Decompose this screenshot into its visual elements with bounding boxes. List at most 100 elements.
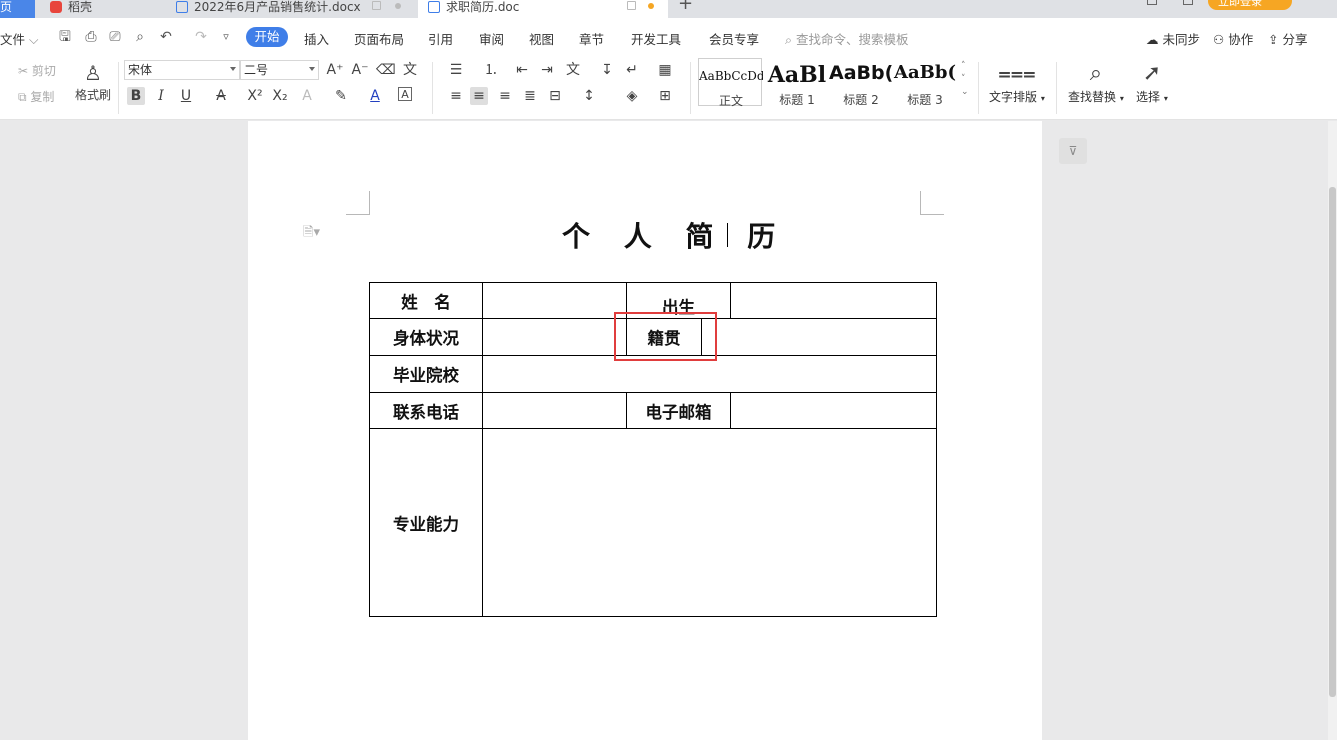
find-replace-button[interactable]: ⌕ 查找替换 ▾ [1068,60,1124,105]
print-preview-icon[interactable]: ⌕ [132,29,148,45]
redo-icon[interactable]: ↷ [193,29,209,45]
align-left-icon[interactable]: ≡ [447,87,465,105]
document-page[interactable]: 🗎▾ 个 人 简 历 姓 名 出生 身体状况 籍贯 毕业院校 联系电话 电子邮箱… [248,121,1042,740]
menu-chapter[interactable]: 章节 [579,29,604,48]
menu-devtools[interactable]: 开发工具 [631,29,681,48]
clear-format-icon[interactable]: ⌫ [376,61,396,79]
quick-access-more-icon[interactable]: ▿ [218,29,234,45]
text-effect-icon[interactable]: A [298,87,316,105]
command-search[interactable]: ⌕ 查找命令、搜索模板 [785,29,909,48]
style-heading-2[interactable]: AaBb( 标题 2 [829,58,893,107]
new-tab-plus-icon[interactable]: + [678,0,693,14]
subscript-icon[interactable]: X₂ [271,87,289,105]
paragraph-mark-icon[interactable]: ↵ [623,61,641,79]
font-color-icon[interactable]: A [366,87,384,105]
table-border-icon[interactable]: ▦ [656,61,674,79]
sort-icon[interactable]: ↧ [598,61,616,79]
decrease-font-icon[interactable]: A⁻ [351,61,369,79]
style-heading-1[interactable]: AaBl 标题 1 [765,58,829,107]
undo-icon[interactable]: ↶ [158,29,174,45]
style-heading-3[interactable]: AaBb( 标题 3 [893,58,957,107]
share-button[interactable]: ⇪ 分享 [1268,29,1307,48]
ribbon-toolbar: ✂ 剪切 ⧉ 复制 ♙ 格式刷 宋体 二号 A⁺ A⁻ ⌫ 文 B I U A … [0,56,1337,120]
increase-font-icon[interactable]: A⁺ [326,61,344,79]
distribute-icon[interactable]: ⊟ [546,87,564,105]
style-label: 标题 1 [779,93,815,107]
cell-name-value[interactable] [483,283,627,319]
font-name-select[interactable]: 宋体 [124,60,240,80]
cell-school-label[interactable]: 毕业院校 [370,356,483,393]
pin-icon[interactable] [627,1,636,10]
select-label: 选择 [1136,90,1161,104]
menu-layout[interactable]: 页面布局 [354,29,404,48]
align-right-icon[interactable]: ≡ [496,87,514,105]
sync-status[interactable]: ☁ 未同步 [1146,29,1200,48]
cell-native-value[interactable] [702,319,936,356]
menu-view[interactable]: 视图 [529,29,554,48]
save-icon[interactable]: 🖫 [57,29,73,45]
tab-home[interactable]: 页 [0,0,35,18]
char-border-icon[interactable]: A [398,87,412,101]
tab-daoke[interactable]: 稻壳 [40,0,162,18]
scrollbar-thumb[interactable] [1329,187,1336,697]
cell-health-value[interactable] [483,319,627,356]
chinese-layout-icon[interactable]: 文 [564,61,582,79]
menu-references[interactable]: 引用 [428,29,453,48]
cell-skills-label[interactable]: 专业能力 [370,429,483,616]
underline-icon[interactable]: U [177,87,195,105]
unsaved-dot-icon[interactable] [648,3,654,9]
decrease-indent-icon[interactable]: ⇤ [513,61,531,79]
document-title[interactable]: 个 人 简 历 [562,215,787,255]
font-size-select[interactable]: 二号 [240,60,319,80]
copy-button[interactable]: ⧉ 复制 [18,88,54,105]
justify-icon[interactable]: ≣ [521,87,539,105]
window-icon[interactable] [1147,0,1157,5]
pin-icon[interactable] [372,1,381,10]
share-label: 分享 [1282,32,1308,47]
close-dot-icon[interactable] [395,3,401,9]
strikethrough-icon[interactable]: A [212,87,230,105]
login-button[interactable]: 立即登录 [1208,0,1292,10]
tab-sales-doc[interactable]: 2022年6月产品销售统计.docx [166,0,413,18]
print-icon[interactable]: ⎚ [107,29,123,45]
shading-icon[interactable]: ◈ [623,87,641,105]
bold-icon[interactable]: B [127,87,145,105]
style-normal[interactable]: AaBbCcDd 正文 [698,58,763,108]
cell-email-label[interactable]: 电子邮箱 [627,393,731,429]
cell-email-value[interactable] [731,393,936,429]
numbered-list-icon[interactable]: ⒈ [482,61,500,79]
paragraph-handle-icon[interactable]: 🗎▾ [303,223,320,245]
borders-icon[interactable]: ⊞ [656,87,674,105]
cell-health-label[interactable]: 身体状况 [370,319,483,356]
cut-button[interactable]: ✂ 剪切 [18,62,56,79]
phonetic-icon[interactable]: 文 [401,61,419,79]
menu-start[interactable]: 开始 [246,27,288,47]
select-button[interactable]: ➚ 选择 ▾ [1136,60,1168,105]
cell-birth-value[interactable] [731,283,936,319]
superscript-icon[interactable]: X² [246,87,264,105]
cell-phone-value[interactable] [483,393,627,429]
menu-insert[interactable]: 插入 [304,29,329,48]
tab-resume-doc[interactable]: 求职简历.doc [418,0,668,18]
export-pdf-icon[interactable]: ⎙ [83,29,99,45]
align-center-icon[interactable]: ≡ [470,87,488,105]
collapse-ribbon-icon[interactable]: ⊽ [1059,138,1087,164]
layout-icon[interactable] [1183,0,1193,5]
italic-icon[interactable]: I [152,87,170,105]
format-painter-button[interactable]: ♙ 格式刷 [73,60,113,103]
cell-phone-label[interactable]: 联系电话 [370,393,483,429]
highlight-icon[interactable]: ✎ [332,87,350,105]
text-layout-button[interactable]: ⩶ 文字排版 ▾ [989,60,1045,105]
vertical-scrollbar[interactable] [1328,121,1337,740]
menu-file[interactable]: 文件 ⌵ [0,29,38,48]
increase-indent-icon[interactable]: ⇥ [538,61,556,79]
menu-review[interactable]: 审阅 [479,29,504,48]
line-spacing-icon[interactable]: ↕ [580,87,598,105]
menu-member[interactable]: 会员专享 [709,29,759,48]
style-scroll-icon[interactable]: ˄ ˅ ⌄ [961,60,969,99]
cell-skills-value[interactable] [483,429,936,616]
bullet-list-icon[interactable]: ☰ [447,61,465,79]
cell-school-value[interactable] [483,356,936,393]
cell-name-label[interactable]: 姓 名 [370,283,483,319]
collab-button[interactable]: ⚇ 协作 [1213,29,1253,48]
